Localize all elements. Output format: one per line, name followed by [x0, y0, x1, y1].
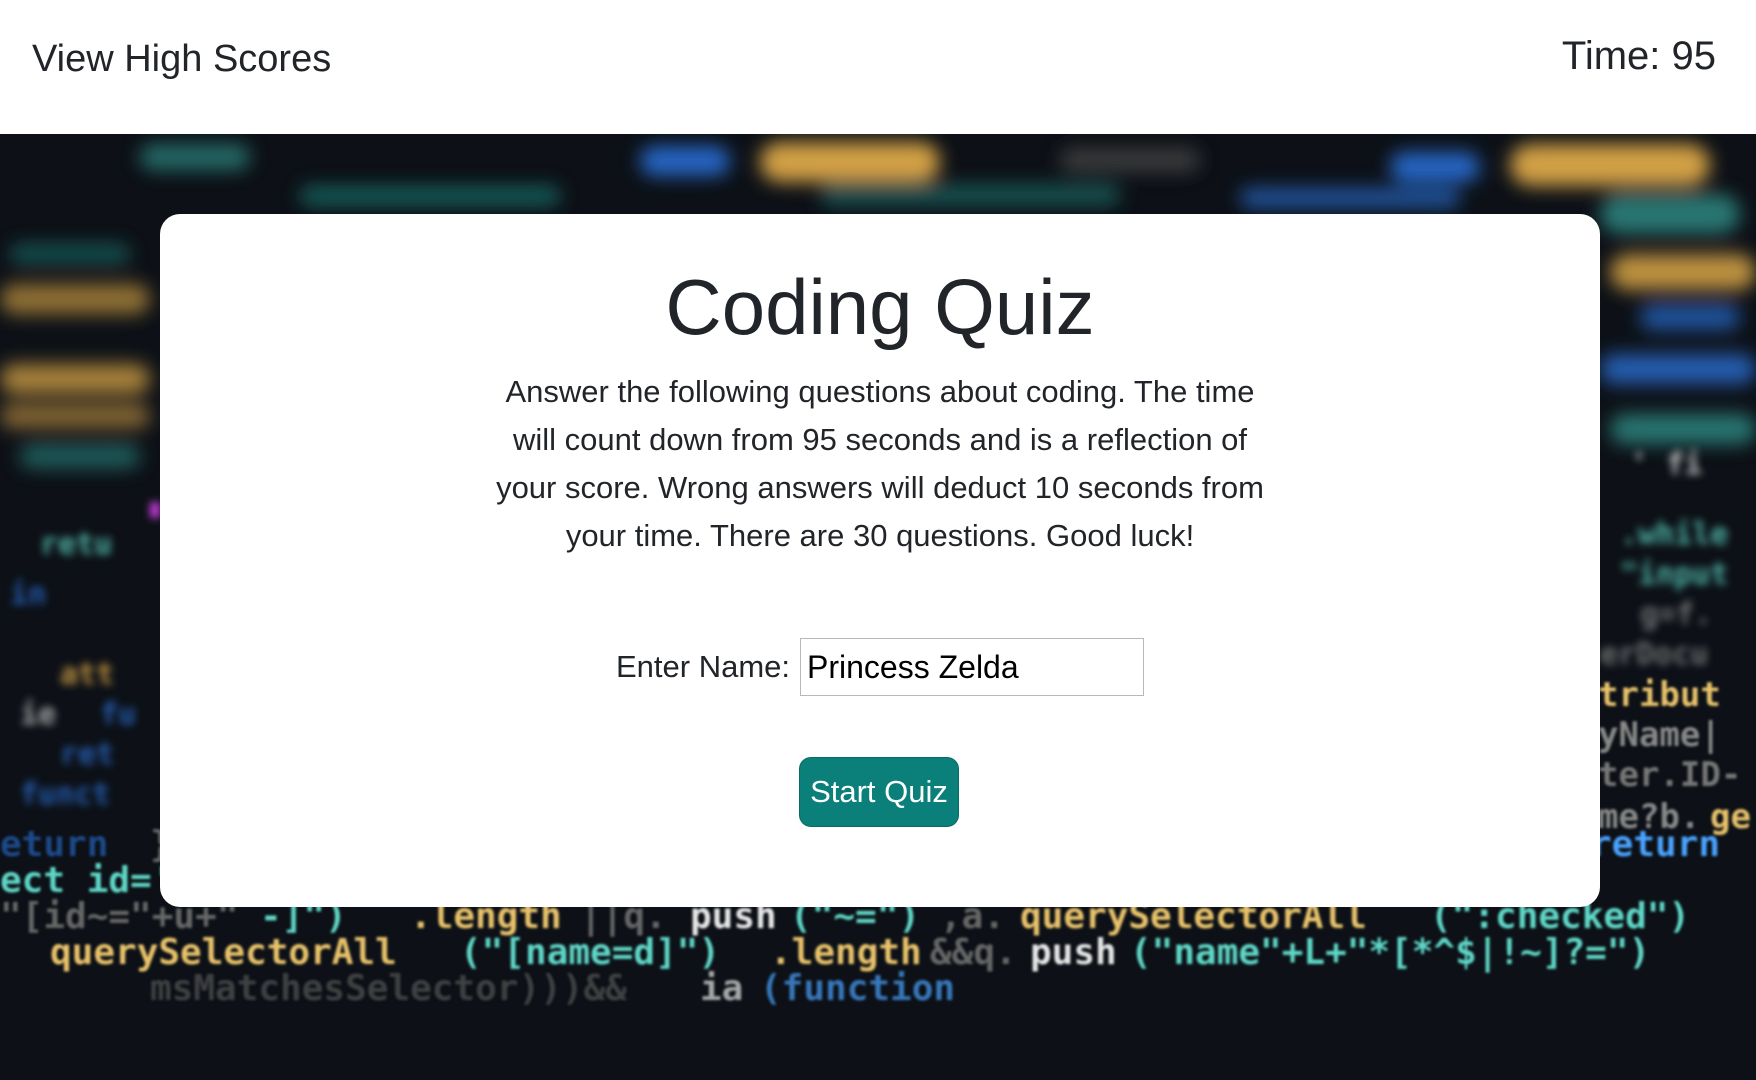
name-input[interactable]	[800, 638, 1144, 696]
top-navbar: View High Scores Time: 95	[0, 0, 1756, 134]
svg-text:push: push	[1030, 932, 1117, 973]
svg-text:att: att	[60, 657, 114, 692]
name-label: Enter Name:	[615, 649, 790, 684]
svg-text:fu: fu	[100, 697, 136, 732]
svg-text:g=f.: g=f.	[1640, 597, 1712, 632]
svg-text:eturn: eturn	[0, 824, 108, 865]
svg-text:ter.ID-: ter.ID-	[1598, 755, 1741, 795]
code-background-hero: retu in att ie fu ret funct ' fi .while …	[0, 134, 1756, 1080]
svg-text:.length: .length	[770, 932, 922, 973]
quiz-description: Answer the following questions about cod…	[496, 374, 1264, 553]
svg-text:' fi: ' fi	[1630, 447, 1702, 482]
svg-text:ret: ret	[60, 737, 114, 772]
svg-text:querySelectorAll: querySelectorAll	[50, 932, 397, 973]
svg-text:ia: ia	[700, 968, 743, 1009]
view-high-scores-link[interactable]: View High Scores	[32, 38, 331, 81]
svg-text:tribut: tribut	[1598, 675, 1721, 715]
svg-text:return: return	[1590, 824, 1720, 865]
svg-text:.while: .while	[1620, 517, 1728, 552]
svg-text:retu: retu	[40, 527, 112, 562]
quiz-title: Coding Quiz	[665, 263, 1095, 351]
start-quiz-button[interactable]: Start Quiz	[799, 757, 959, 827]
svg-text:yName|: yName|	[1598, 715, 1721, 755]
svg-text:"input: "input	[1620, 557, 1728, 592]
svg-text:&&q.: &&q.	[930, 932, 1017, 973]
svg-text:ie: ie	[20, 697, 56, 732]
svg-text:("[name=d]"): ("[name=d]")	[460, 932, 720, 973]
svg-text:funct: funct	[20, 777, 110, 812]
svg-text:(function: (function	[760, 968, 955, 1009]
svg-text:msMatchesSelector)))&&: msMatchesSelector)))&&	[150, 968, 627, 1009]
svg-text:in: in	[10, 577, 46, 612]
svg-text:erDocu: erDocu	[1600, 637, 1708, 672]
quiz-intro-card: Coding Quiz Answer the following questio…	[160, 214, 1600, 907]
name-entry-row: Enter Name:	[160, 638, 1600, 696]
timer-display: Time: 95	[1561, 34, 1716, 78]
svg-text:("name"+L+"*[*^$|!~]?="): ("name"+L+"*[*^$|!~]?=")	[1130, 932, 1650, 973]
